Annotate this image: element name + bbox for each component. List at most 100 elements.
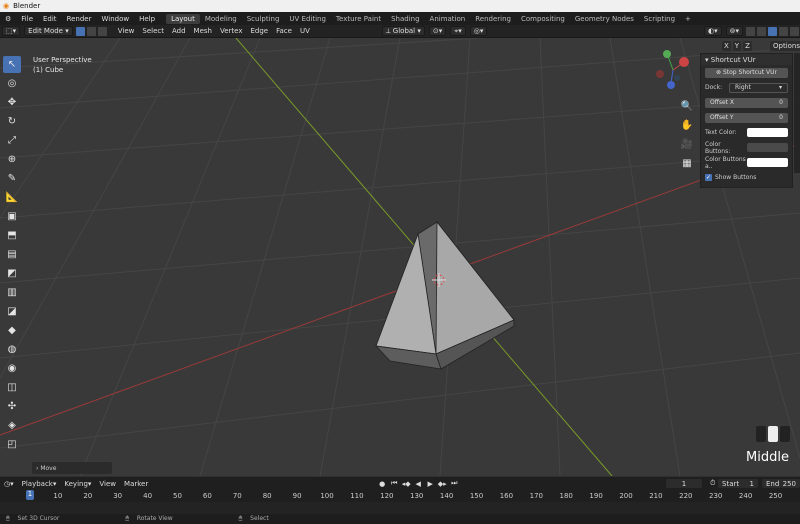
- edge-select-icon[interactable]: [86, 26, 96, 36]
- tab-animation[interactable]: Animation: [425, 14, 471, 24]
- tab-rendering[interactable]: Rendering: [470, 14, 516, 24]
- menu-face[interactable]: Face: [272, 27, 296, 35]
- menu-playback[interactable]: Playback▾: [18, 480, 61, 488]
- start-frame-field[interactable]: Start 1: [718, 479, 758, 488]
- playhead[interactable]: 1: [26, 490, 34, 500]
- blender-menu-icon[interactable]: ⚙: [0, 15, 16, 23]
- menu-marker[interactable]: Marker: [120, 480, 152, 488]
- vertex-select-icon[interactable]: [75, 26, 85, 36]
- bevel-tool-icon[interactable]: ◩: [3, 265, 21, 282]
- axis-x-toggle[interactable]: X: [722, 41, 731, 51]
- tab-modeling[interactable]: Modeling: [200, 14, 242, 24]
- tab-uv-editing[interactable]: UV Editing: [284, 14, 331, 24]
- tab-compositing[interactable]: Compositing: [516, 14, 570, 24]
- rendered-shading-icon[interactable]: [790, 26, 799, 36]
- annotate-tool-icon[interactable]: ✎: [3, 170, 21, 187]
- editor-type-icon[interactable]: ⬚▾: [2, 26, 21, 36]
- ortho-toggle-icon[interactable]: ▦: [678, 155, 696, 172]
- tab-scripting[interactable]: Scripting: [639, 14, 680, 24]
- color-buttons-a-swatch[interactable]: [747, 158, 788, 167]
- axis-y-toggle[interactable]: Y: [732, 41, 742, 51]
- sidebar-tabs[interactable]: [794, 53, 800, 173]
- menu-select[interactable]: Select: [138, 27, 168, 35]
- show-buttons-checkbox[interactable]: ✓: [705, 174, 712, 181]
- add-workspace-icon[interactable]: +: [680, 14, 696, 24]
- loop-cut-tool-icon[interactable]: ▥: [3, 284, 21, 301]
- proportional-edit-icon[interactable]: ◎▾: [469, 26, 488, 36]
- scale-tool-icon[interactable]: ⤢: [3, 132, 21, 149]
- add-cube-tool-icon[interactable]: ▣: [3, 208, 21, 225]
- smooth-tool-icon[interactable]: ◉: [3, 360, 21, 377]
- menu-add[interactable]: Add: [168, 27, 190, 35]
- menu-edit[interactable]: Edit: [38, 15, 62, 23]
- face-select-icon[interactable]: [97, 26, 107, 36]
- options-button[interactable]: Options: [770, 41, 800, 51]
- move-tool-icon[interactable]: ✥: [3, 94, 21, 111]
- extrude-tool-icon[interactable]: ⬒: [3, 227, 21, 244]
- menu-timeline-view[interactable]: View: [95, 480, 120, 488]
- offset-x-field[interactable]: Offset X0: [705, 97, 788, 108]
- xray-icon[interactable]: [746, 26, 755, 36]
- tab-texture-paint[interactable]: Texture Paint: [331, 14, 386, 24]
- menu-render[interactable]: Render: [62, 15, 97, 23]
- jump-end-icon[interactable]: ⏭: [449, 479, 459, 488]
- tab-geometry-nodes[interactable]: Geometry Nodes: [570, 14, 639, 24]
- stop-shortcut-button[interactable]: ⊗ Stop Shortcut VUr: [705, 67, 788, 78]
- play-reverse-icon[interactable]: ◀: [413, 479, 423, 488]
- tab-sculpting[interactable]: Sculpting: [242, 14, 285, 24]
- tab-shading[interactable]: Shading: [386, 14, 424, 24]
- timeline-editor-type-icon[interactable]: ◷▾: [0, 480, 18, 488]
- orientation-selector[interactable]: ⟂ Global ▾: [381, 26, 425, 36]
- record-icon[interactable]: ●: [377, 479, 387, 488]
- end-frame-field[interactable]: End 250: [762, 479, 800, 488]
- last-operator-panel[interactable]: › Move: [32, 462, 112, 474]
- play-icon[interactable]: ▶: [425, 479, 435, 488]
- zoom-icon[interactable]: 🔍: [678, 98, 696, 115]
- menu-window[interactable]: Window: [96, 15, 134, 23]
- jump-key-forward-icon[interactable]: ◆▸: [437, 479, 447, 488]
- solid-shading-icon[interactable]: [768, 26, 777, 36]
- wireframe-shading-icon[interactable]: [757, 26, 766, 36]
- menu-help[interactable]: Help: [134, 15, 160, 23]
- menu-uv[interactable]: UV: [296, 27, 314, 35]
- pivot-icon[interactable]: ⊙▾: [428, 26, 447, 36]
- camera-view-icon[interactable]: 🎥: [678, 136, 696, 153]
- poly-build-tool-icon[interactable]: ◆: [3, 322, 21, 339]
- color-buttons-swatch[interactable]: [747, 143, 788, 152]
- spin-tool-icon[interactable]: ◍: [3, 341, 21, 358]
- axis-z-toggle[interactable]: Z: [743, 41, 752, 51]
- mode-selector[interactable]: Edit Mode ▾: [24, 26, 73, 36]
- frame-ruler[interactable]: 0102030405060708090100110120130140150160…: [0, 490, 800, 502]
- menu-keying[interactable]: Keying▾: [60, 480, 95, 488]
- menu-view[interactable]: View: [114, 27, 139, 35]
- visibility-icon[interactable]: ◐▾: [703, 26, 722, 36]
- text-color-swatch[interactable]: [747, 128, 788, 137]
- pan-icon[interactable]: ✋: [678, 117, 696, 134]
- jump-start-icon[interactable]: ⏮: [389, 479, 399, 488]
- menu-mesh[interactable]: Mesh: [190, 27, 216, 35]
- jump-key-back-icon[interactable]: ◂◆: [401, 479, 411, 488]
- shrink-fatten-tool-icon[interactable]: ✣: [3, 398, 21, 415]
- cursor-tool-icon[interactable]: ◎: [3, 75, 21, 92]
- menu-vertex[interactable]: Vertex: [216, 27, 247, 35]
- tab-layout[interactable]: Layout: [166, 13, 200, 24]
- 3d-viewport[interactable]: ↖ ◎ ✥ ↻ ⤢ ⊕ ✎ 📐 ▣ ⬒ ▤ ◩ ▥ ◪ ◆ ◍ ◉ ◫ ✣ ◈ …: [0, 38, 800, 476]
- dock-selector[interactable]: Right ▾: [729, 82, 788, 93]
- offset-y-field[interactable]: Offset Y0: [705, 112, 788, 123]
- panel-header[interactable]: ▾ Shortcut VUr: [701, 54, 792, 65]
- overlay-icon[interactable]: ⊚▾: [725, 26, 743, 36]
- current-frame-field[interactable]: 1: [666, 479, 702, 488]
- rotate-tool-icon[interactable]: ↻: [3, 113, 21, 130]
- knife-tool-icon[interactable]: ◪: [3, 303, 21, 320]
- transform-tool-icon[interactable]: ⊕: [3, 151, 21, 168]
- menu-file[interactable]: File: [16, 15, 38, 23]
- menu-edge[interactable]: Edge: [247, 27, 273, 35]
- shear-tool-icon[interactable]: ◈: [3, 417, 21, 434]
- measure-tool-icon[interactable]: 📐: [3, 189, 21, 206]
- snap-icon[interactable]: ⌖▾: [450, 26, 466, 36]
- material-shading-icon[interactable]: [779, 26, 788, 36]
- inset-tool-icon[interactable]: ▤: [3, 246, 21, 263]
- edge-slide-tool-icon[interactable]: ◫: [3, 379, 21, 396]
- select-tool-icon[interactable]: ↖: [3, 56, 21, 73]
- rip-tool-icon[interactable]: ◰: [3, 436, 21, 453]
